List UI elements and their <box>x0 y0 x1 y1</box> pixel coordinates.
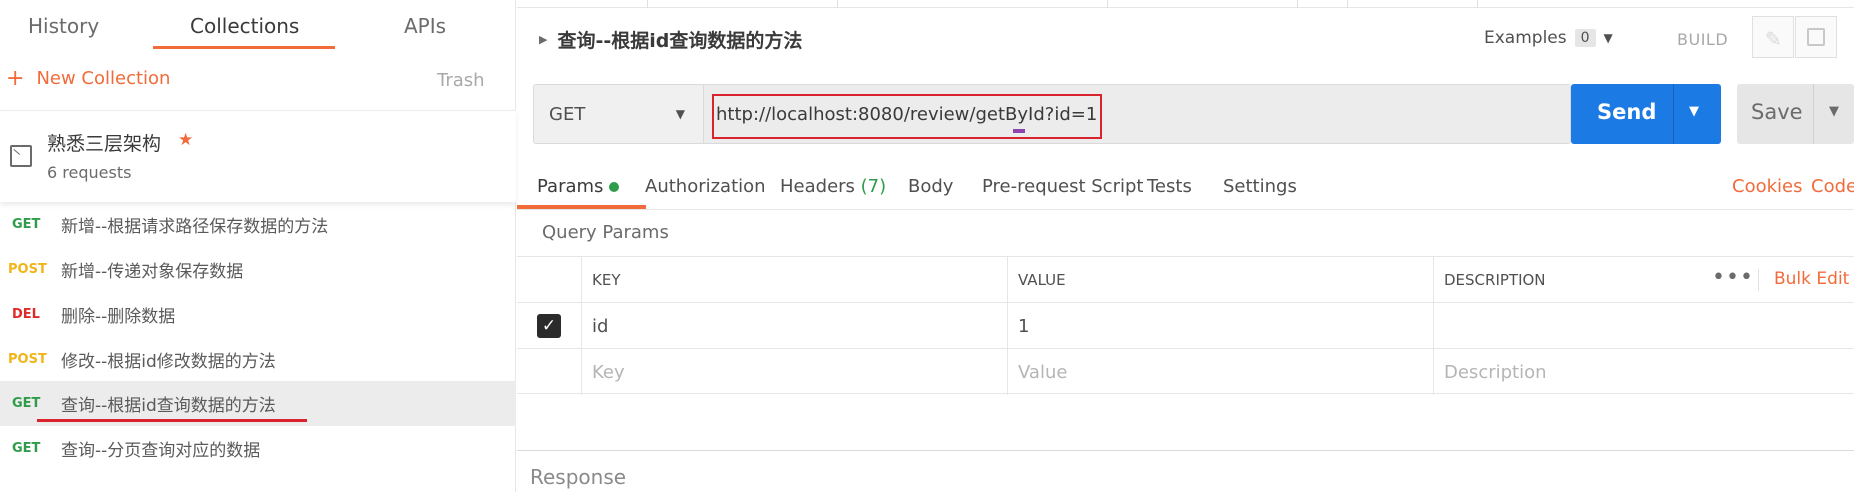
caret-down-icon[interactable]: ▼ <box>1689 104 1699 119</box>
active-dot-icon <box>609 182 620 192</box>
request-name: 查询--根据id查询数据的方法 <box>61 396 276 416</box>
annotation-box <box>712 94 1102 139</box>
param-description[interactable] <box>1433 303 1854 349</box>
method-value: GET <box>549 103 586 125</box>
header-spacer <box>517 257 581 303</box>
request-name: 查询--分页查询对应的数据 <box>61 441 261 461</box>
tab-settings[interactable]: Settings <box>1223 176 1297 197</box>
row-checkbox-cell <box>517 349 581 395</box>
tab-params-label: Params <box>537 176 604 197</box>
key-field[interactable]: Key <box>581 349 1007 395</box>
request-tab-strip <box>517 0 1854 8</box>
text-cursor-marker <box>1013 129 1025 133</box>
method-badge: GET <box>12 217 41 232</box>
request-title-text: 查询--根据id查询数据的方法 <box>557 30 803 52</box>
new-collection-button[interactable]: + New Collection <box>6 65 171 91</box>
send-button[interactable]: Send ▼ <box>1571 84 1721 144</box>
examples-label: Examples <box>1484 28 1567 48</box>
request-name: 新增--根据请求路径保存数据的方法 <box>61 217 329 237</box>
method-badge: GET <box>12 396 41 411</box>
tab-headers[interactable]: Headers (7) <box>780 176 886 197</box>
table-header-row: KEY VALUE DESCRIPTION ••• Bulk Edit <box>517 256 1854 303</box>
star-icon[interactable]: ★ <box>178 130 193 150</box>
tab-prerequest-script[interactable]: Pre-request Script <box>982 176 1143 197</box>
request-item[interactable]: POST 修改--根据id修改数据的方法 <box>0 337 516 382</box>
request-title[interactable]: ▶ 查询--根据id查询数据的方法 <box>539 26 802 53</box>
sidebar-tabs: History Collections APIs <box>0 0 516 52</box>
collection-item[interactable]: 熟悉三层架构 ★ 6 requests <box>0 110 516 202</box>
caret-down-icon: ▼ <box>675 107 685 121</box>
request-name: 新增--传递对象保存数据 <box>61 262 244 282</box>
url-input[interactable]: http://localhost:8080/review/getById?id=… <box>704 85 1570 143</box>
trash-link[interactable]: Trash <box>437 70 485 91</box>
pencil-icon: ✎ <box>1765 27 1782 51</box>
bulk-edit-link[interactable]: Bulk Edit <box>1774 269 1849 289</box>
response-label: Response <box>530 465 627 489</box>
request-subtabs: Params Authorization Headers (7) Body Pr… <box>517 168 1854 210</box>
row-checkbox-cell: ✓ <box>517 303 581 349</box>
tab-collections[interactable]: Collections <box>190 14 299 38</box>
examples-count: 0 <box>1574 29 1596 47</box>
params-table: KEY VALUE DESCRIPTION ••• Bulk Edit ✓ id… <box>517 256 1854 395</box>
request-item[interactable]: DEL 删除--删除数据 <box>0 292 516 337</box>
save-divider <box>1813 84 1814 144</box>
send-divider <box>1673 84 1674 144</box>
method-select[interactable]: GET ▼ <box>534 85 704 143</box>
value-field[interactable]: Value <box>1007 349 1433 395</box>
description-field[interactable]: Description <box>1433 349 1854 395</box>
cookies-link[interactable]: Cookies <box>1732 176 1802 197</box>
code-link[interactable]: Code <box>1811 176 1854 197</box>
more-icon[interactable]: ••• <box>1712 265 1754 290</box>
tab-history[interactable]: History <box>28 14 99 38</box>
save-label: Save <box>1751 100 1803 124</box>
checkbox-icon[interactable]: ✓ <box>537 314 561 338</box>
collection-name: 熟悉三层架构 <box>47 133 162 155</box>
request-panel: ▶ 查询--根据id查询数据的方法 Examples 0 ▼ BUILD ✎ G… <box>517 0 1854 492</box>
tab-authorization[interactable]: Authorization <box>645 176 766 197</box>
comments-button[interactable] <box>1795 16 1837 58</box>
active-subtab-indicator <box>517 205 646 209</box>
save-button[interactable]: Save ▼ <box>1737 84 1854 144</box>
method-badge: GET <box>12 441 41 456</box>
tab-apis[interactable]: APIs <box>404 14 446 38</box>
tab-tests[interactable]: Tests <box>1147 176 1192 197</box>
request-name: 删除--删除数据 <box>61 307 176 327</box>
plus-icon: + <box>6 65 25 91</box>
folder-icon <box>10 145 32 167</box>
column-header-value: VALUE <box>1007 257 1433 303</box>
annotation-underline <box>37 419 307 422</box>
headers-count: (7) <box>860 176 887 197</box>
column-header-key: KEY <box>581 257 1007 303</box>
request-item[interactable]: GET 新增--根据请求路径保存数据的方法 <box>0 202 516 247</box>
request-name: 修改--根据id修改数据的方法 <box>61 352 276 372</box>
request-item[interactable]: POST 新增--传递对象保存数据 <box>0 247 516 292</box>
new-collection-label: New Collection <box>36 68 171 89</box>
caret-right-icon[interactable]: ▶ <box>539 33 547 46</box>
table-row-empty: Key Value Description <box>517 348 1854 395</box>
build-label[interactable]: BUILD <box>1677 30 1728 49</box>
method-badge: DEL <box>12 307 40 322</box>
tab-headers-label: Headers <box>780 176 855 197</box>
caret-down-icon[interactable]: ▼ <box>1829 104 1839 119</box>
sidebar: History Collections APIs + New Collectio… <box>0 0 516 492</box>
response-panel: Response <box>517 450 1854 492</box>
active-tab-indicator <box>153 46 335 49</box>
collection-request-count: 6 requests <box>47 163 132 182</box>
method-badge: POST <box>8 352 47 367</box>
url-bar: GET ▼ http://localhost:8080/review/getBy… <box>533 84 1571 144</box>
method-badge: POST <box>8 262 47 277</box>
header-divider <box>1758 269 1759 291</box>
send-label: Send <box>1597 100 1657 124</box>
param-value[interactable]: 1 <box>1007 303 1433 349</box>
edit-button[interactable]: ✎ <box>1752 16 1794 58</box>
tab-body[interactable]: Body <box>908 176 953 197</box>
table-row: ✓ id 1 <box>517 302 1854 349</box>
caret-down-icon: ▼ <box>1603 31 1613 45</box>
comment-icon <box>1807 28 1825 46</box>
query-params-title: Query Params <box>542 222 669 243</box>
tab-params[interactable]: Params <box>537 176 620 197</box>
examples-dropdown[interactable]: Examples 0 ▼ <box>1484 28 1613 48</box>
request-item[interactable]: GET 查询--分页查询对应的数据 <box>0 426 516 471</box>
param-key[interactable]: id <box>581 303 1007 349</box>
